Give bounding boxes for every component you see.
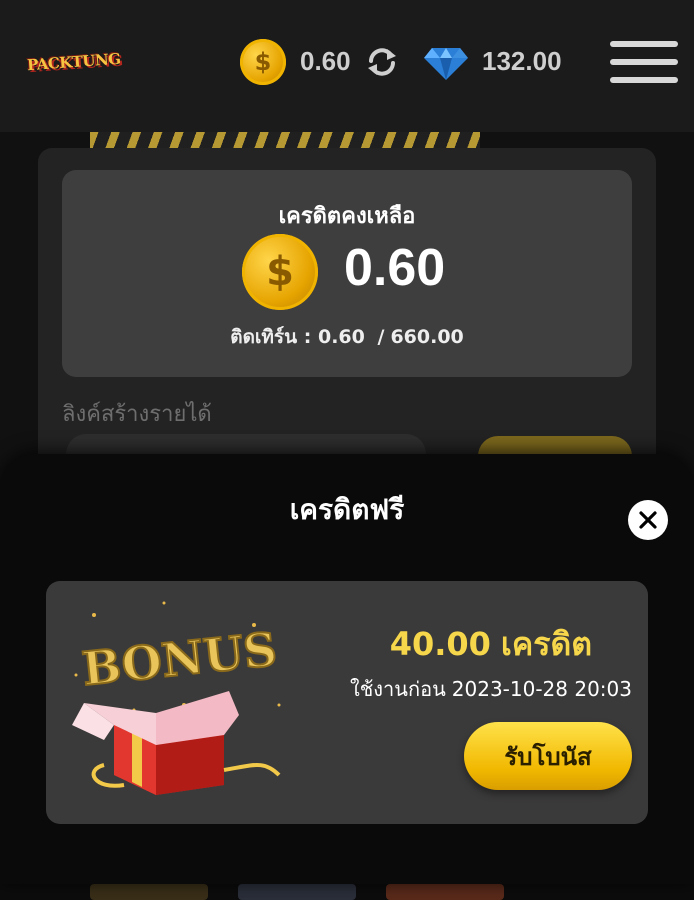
dollar-coin-icon: $ xyxy=(240,39,286,85)
referral-label: ลิงค์สร้างรายได้ xyxy=(62,402,212,427)
close-icon xyxy=(639,511,657,529)
game-thumbnail[interactable] xyxy=(90,884,208,900)
bonus-expiry: ใช้งานก่อน 2023-10-28 20:03 xyxy=(350,673,632,705)
top-header: PACKTUNG $ 0.60 132.00 xyxy=(0,0,694,132)
diamond-icon xyxy=(424,48,468,80)
site-logo[interactable]: PACKTUNG xyxy=(20,44,128,80)
game-thumbnails-peek xyxy=(0,884,694,900)
balance-amount: 0.60 xyxy=(344,239,446,297)
svg-text:BONUS: BONUS xyxy=(80,622,280,696)
bonus-expiry-date: 2023-10-28 20:03 xyxy=(451,677,632,701)
refresh-icon[interactable] xyxy=(365,47,399,77)
game-thumbnail[interactable] xyxy=(238,884,356,900)
hamburger-menu-icon[interactable] xyxy=(610,41,678,89)
close-button[interactable] xyxy=(628,500,668,540)
header-credit-value: 0.60 xyxy=(300,46,351,76)
bonus-gift-box-icon: BONUS xyxy=(72,601,281,795)
logo-text: PACKTUNG xyxy=(26,49,122,75)
decorative-stripes xyxy=(90,132,480,148)
turnover-target: 660.00 xyxy=(390,326,464,348)
dollar-coin-icon: $ xyxy=(242,234,318,310)
game-thumbnail[interactable] xyxy=(386,884,504,900)
turnover-current: 0.60 xyxy=(317,326,365,348)
bonus-expiry-label: ใช้งานก่อน xyxy=(349,677,446,701)
bonus-amount-unit: เครดิต xyxy=(500,625,592,663)
balance-card: เครดิตคงเหลือ $ 0.60 ติดเทิร์น : 0.60 /6… xyxy=(62,170,632,377)
turnover-separator: / xyxy=(377,326,385,348)
header-gem-value: 132.00 xyxy=(482,46,562,76)
bonus-card: BONUS 40.00 เครดิต ใช้งานก่อน 2023-10-28 2… xyxy=(46,581,648,824)
free-credit-modal: เครดิตฟรี BONUS 40.00 เครดิต ใช้งานก่อน … xyxy=(0,454,694,884)
turnover-label: ติดเทิร์น : xyxy=(230,326,312,348)
modal-title: เครดิตฟรี xyxy=(289,493,405,526)
bonus-amount: 40.00 เครดิต xyxy=(390,619,592,670)
bonus-amount-value: 40.00 xyxy=(389,625,491,663)
balance-title: เครดิตคงเหลือ xyxy=(278,204,416,229)
claim-bonus-button[interactable]: รับโบนัส xyxy=(464,722,632,790)
turnover-info: ติดเทิร์น : 0.60 /660.00 xyxy=(62,322,632,352)
